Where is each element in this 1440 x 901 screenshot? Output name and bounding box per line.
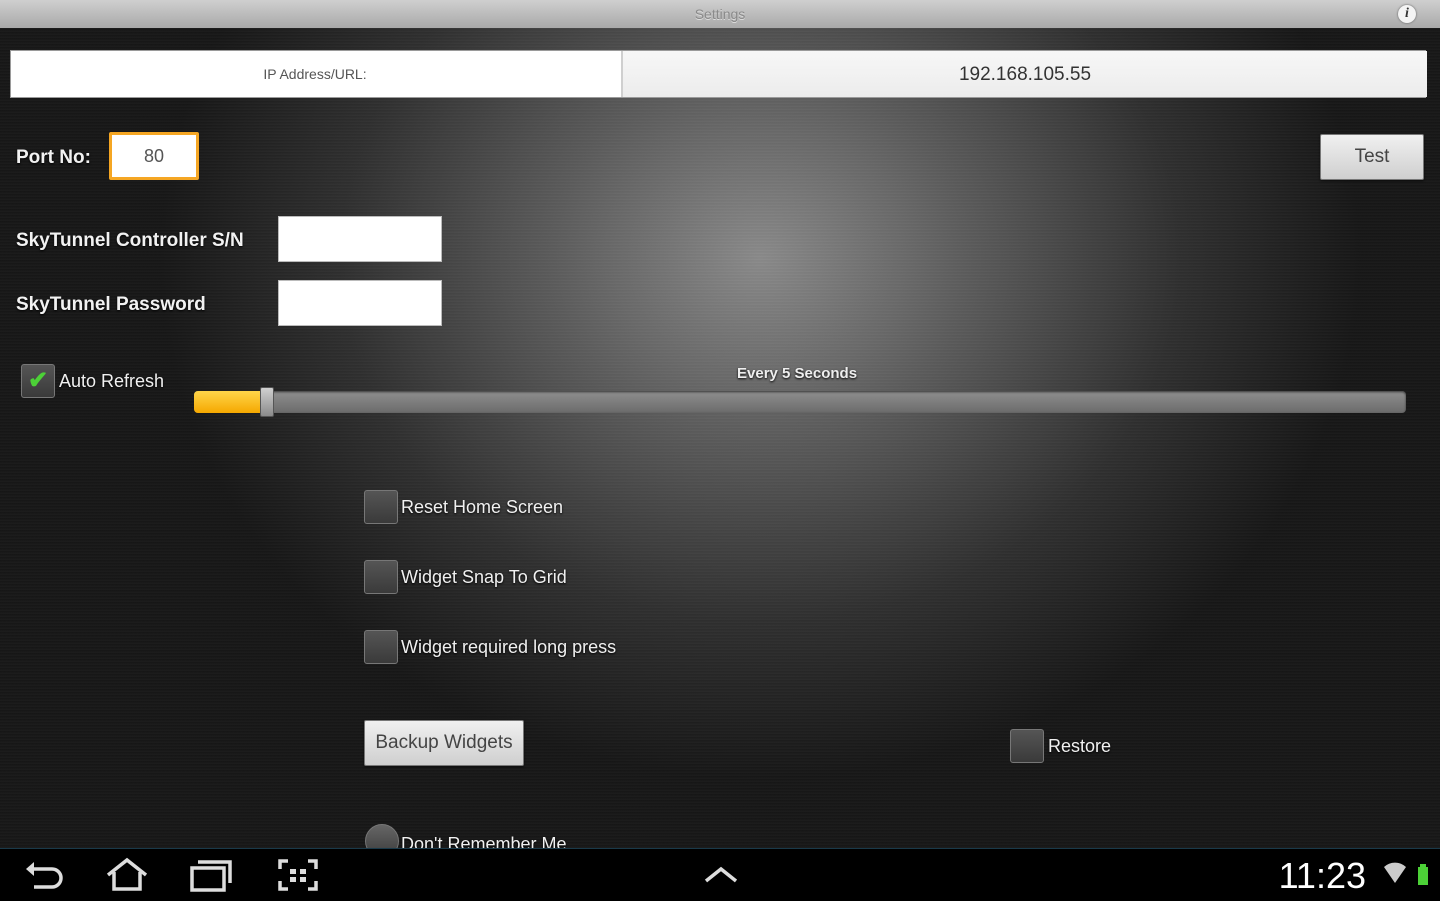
recent-apps-icon[interactable] bbox=[188, 857, 234, 893]
reset-home-screen-checkbox[interactable] bbox=[364, 490, 398, 524]
info-icon[interactable]: i bbox=[1398, 5, 1416, 23]
test-button[interactable]: Test bbox=[1320, 134, 1424, 180]
screenshot-icon[interactable] bbox=[276, 857, 320, 893]
wifi-icon bbox=[1384, 862, 1406, 883]
battery-icon bbox=[1418, 864, 1428, 885]
slider-fill bbox=[194, 391, 267, 413]
port-label: Port No: bbox=[16, 147, 91, 168]
back-icon[interactable] bbox=[22, 857, 66, 893]
ip-address-input[interactable]: 192.168.105.55 bbox=[621, 51, 1427, 97]
slider-thumb[interactable] bbox=[260, 387, 274, 417]
checkmark-icon: ✔ bbox=[28, 367, 49, 394]
widget-long-press-checkbox[interactable] bbox=[364, 630, 398, 664]
dont-remember-me-label: Don't Remember Me bbox=[401, 834, 567, 848]
auto-refresh-checkbox[interactable]: ✔ bbox=[21, 364, 55, 398]
ip-address-label: IP Address/URL: bbox=[263, 66, 367, 82]
skytunnel-password-label: SkyTunnel Password bbox=[16, 294, 206, 315]
restore-label: Restore bbox=[1048, 736, 1112, 756]
status-clock: 11:23 bbox=[1278, 855, 1366, 896]
dont-remember-me-radio[interactable] bbox=[365, 824, 399, 848]
skytunnel-password-input[interactable] bbox=[278, 280, 442, 326]
widget-snap-to-grid-checkbox[interactable] bbox=[364, 560, 398, 594]
home-icon[interactable] bbox=[104, 857, 150, 893]
skytunnel-sn-label: SkyTunnel Controller S/N bbox=[16, 230, 244, 251]
refresh-interval-slider[interactable] bbox=[194, 387, 1406, 417]
widget-snap-to-grid-label: Widget Snap To Grid bbox=[401, 567, 567, 587]
widget-long-press-label: Widget required long press bbox=[401, 637, 617, 657]
settings-panel: IP Address/URL: 192.168.105.55 Port No: … bbox=[0, 28, 1440, 848]
title-bar: Settings i bbox=[0, 0, 1440, 28]
reset-home-screen-label: Reset Home Screen bbox=[401, 497, 564, 517]
skytunnel-sn-input[interactable] bbox=[278, 216, 442, 262]
chevron-up-icon[interactable] bbox=[702, 857, 740, 893]
refresh-interval-caption: Every 5 Seconds bbox=[737, 365, 858, 382]
auto-refresh-label: Auto Refresh bbox=[59, 371, 165, 391]
system-navigation-bar: 11:23 bbox=[0, 848, 1440, 901]
port-input[interactable]: 80 bbox=[109, 132, 199, 180]
ip-address-row: IP Address/URL: 192.168.105.55 bbox=[10, 50, 1427, 98]
window-title: Settings bbox=[694, 6, 746, 22]
restore-checkbox[interactable] bbox=[1010, 729, 1044, 763]
backup-widgets-button[interactable]: Backup Widgets bbox=[364, 720, 524, 766]
